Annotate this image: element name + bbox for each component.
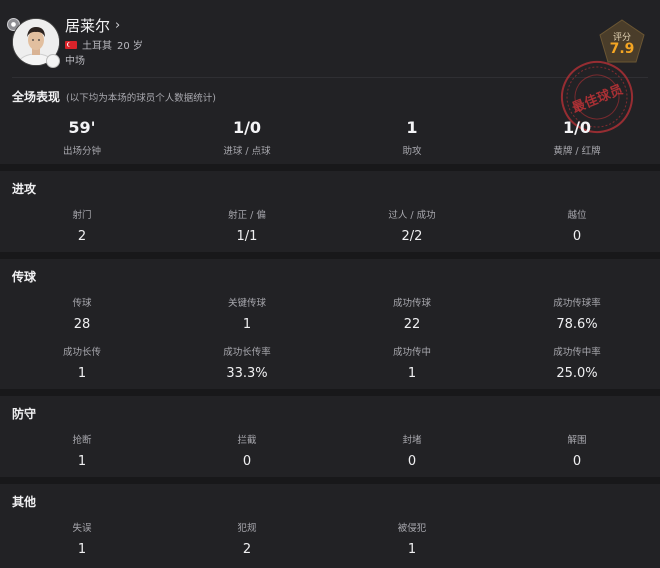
club-badge-icon [46,54,60,68]
stat-label: 犯规 [237,523,257,534]
stat-value: 25.0% [556,366,598,381]
stat-cross-accuracy: 成功传中率 25.0% [495,347,659,382]
stat-clearances: 解围 0 [495,435,659,470]
section-passing: 传球 传球 28 关键传球 1 成功传球 22 成功传球率 78.6% 成功长传… [0,259,660,389]
stat-errors: 失误 1 [0,523,164,558]
stat-pass-accuracy: 成功传球率 78.6% [495,298,659,333]
stat-value: 1 [407,542,417,557]
section-attack: 进攻 射门 2 射正 / 偏 1/1 过人 / 成功 2/2 越位 0 [0,171,660,252]
player-header: ● 居莱尔 › 土耳其 20 岁 中场 评分 7.9 全场表现 (以下均为本场的… [0,0,660,164]
stat-key-passes: 关键传球 1 [165,298,329,333]
player-country: 土耳其 [82,41,112,52]
section-other: 其他 失误 1 犯规 2 被侵犯 1 [0,484,660,568]
section-title: 其他 [12,495,37,509]
stat-offsides: 越位 0 [495,210,659,245]
stat-value: 33.3% [226,366,268,381]
player-name-link[interactable]: 居莱尔 › [65,15,120,36]
stat-label: 助攻 [402,146,422,157]
stat-value: 1/0 [232,118,262,137]
stat-tackles: 抢断 1 [0,435,164,470]
section-title: 进攻 [12,182,37,196]
stat-dribbles: 过人 / 成功 2/2 [330,210,494,245]
stat-value: 1 [77,454,87,469]
stat-interceptions: 拦截 0 [165,435,329,470]
stat-label: 解围 [567,435,587,446]
stat-label: 抢断 [72,435,92,446]
stat-label: 被侵犯 [397,523,427,534]
stat-label: 出场分钟 [62,146,101,157]
player-position: 中场 [65,56,85,67]
stat-value: 59' [68,118,96,137]
stat-label: 成功长传 [62,347,101,358]
stat-label: 失误 [72,523,92,534]
stat-label: 成功长传率 [223,347,271,358]
stat-minutes: 59' 出场分钟 [0,118,164,157]
stat-cards: 1/0 黄牌 / 红牌 [495,118,659,157]
stat-long-balls: 成功长传 1 [0,347,164,382]
stat-assists: 1 助攻 [330,118,494,157]
stat-label: 越位 [567,210,587,221]
stat-value: 28 [73,317,91,332]
stat-accurate-passes: 成功传球 22 [330,298,494,333]
stat-label: 关键传球 [227,298,266,309]
stat-label: 黄牌 / 红牌 [553,146,601,157]
stat-blocks: 封堵 0 [330,435,494,470]
stat-value: 0 [407,454,417,469]
stat-fouls: 犯规 2 [165,523,329,558]
player-age: 20 岁 [117,41,143,52]
stat-label: 过人 / 成功 [388,210,436,221]
stat-shots: 射门 2 [0,210,164,245]
stat-passes: 传球 28 [0,298,164,333]
section-title: 传球 [12,270,37,284]
stat-value: 1/0 [562,118,592,137]
stat-value: 2/2 [401,229,423,244]
player-meta: 土耳其 20 岁 [65,37,143,52]
stat-value: 22 [403,317,421,332]
stat-label: 进球 / 点球 [223,146,271,157]
summary-note: (以下均为本场的球员个人数据统计) [66,93,216,104]
stat-label: 射正 / 偏 [228,210,266,221]
stat-value: 1 [406,118,418,137]
stat-label: 成功传球率 [553,298,601,309]
stat-value: 1 [77,542,87,557]
turkey-flag-icon [65,40,77,49]
stat-value: 0 [572,229,582,244]
stat-label: 拦截 [237,435,257,446]
stat-label: 成功传中率 [553,347,601,358]
stat-shots-on-off: 射正 / 偏 1/1 [165,210,329,245]
section-title: 防守 [12,407,37,421]
stat-value: 1 [242,317,252,332]
stat-value: 0 [242,454,252,469]
section-defense: 防守 抢断 1 拦截 0 封堵 0 解围 0 [0,396,660,477]
stat-value: 1/1 [236,229,258,244]
stat-value: 1 [407,366,417,381]
stat-value: 2 [242,542,252,557]
stat-value: 0 [572,454,582,469]
stat-label: 封堵 [402,435,422,446]
stat-fouled: 被侵犯 1 [330,523,494,558]
stat-label: 传球 [72,298,92,309]
stat-label: 射门 [72,210,92,221]
stat-goals-penalties: 1/0 进球 / 点球 [165,118,329,157]
player-name: 居莱尔 [65,17,111,35]
stat-value: 1 [77,366,87,381]
stat-label: 成功传球 [392,298,431,309]
stat-long-ball-accuracy: 成功长传率 33.3% [165,347,329,382]
chevron-right-icon: › [115,18,121,33]
summary-title: 全场表现 [12,90,61,104]
stat-value: 2 [77,229,87,244]
stat-crosses: 成功传中 1 [330,347,494,382]
stat-value: 78.6% [556,317,598,332]
stat-label: 成功传中 [392,347,431,358]
